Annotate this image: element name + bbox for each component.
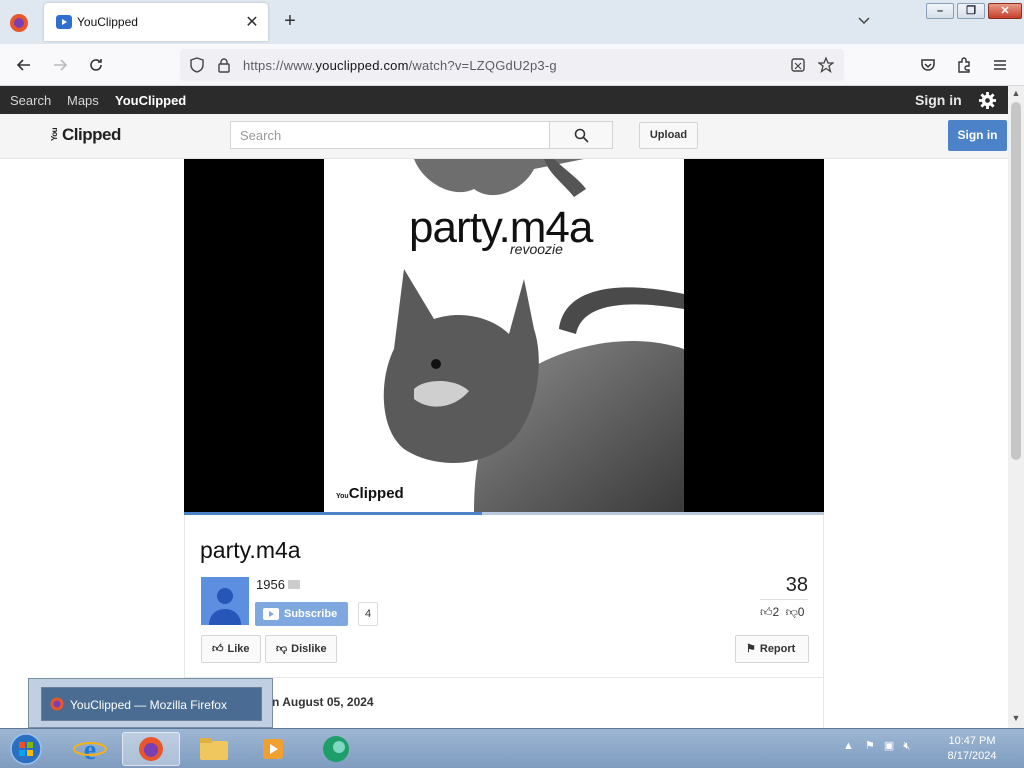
page-scrollbar[interactable]: ▲ ▼ [1008,86,1024,728]
like-count: 2 [772,605,780,619]
channel-name[interactable]: 1956 [256,577,285,592]
subscribe-button[interactable]: Subscribe [255,602,348,626]
new-tab-icon[interactable]: + [280,10,300,32]
bookmark-star-icon[interactable] [818,57,834,73]
tab-title: YouClipped [77,15,138,29]
signin-button[interactable]: Sign in [948,120,1007,151]
masthead: YouClipped Upload Sign in [0,114,1008,159]
thumbs-up-icon: 👍︎ [212,643,224,655]
video-artwork: party.m4a revoozie YouClipped [324,159,684,512]
show-hidden-icons-icon[interactable]: ▲ [843,740,854,752]
thumbnail-window-item[interactable]: YouClipped — Mozilla Firefox [41,687,262,721]
published-date: n August 05, 2024 [272,695,374,709]
search-button[interactable] [549,121,613,149]
minimize-button[interactable]: – [926,3,954,19]
user-avatar-icon [209,588,241,625]
app-globe-icon[interactable] [310,732,362,766]
close-window-button[interactable]: ✕ [988,3,1022,19]
scrollbar-thumb[interactable] [1011,102,1021,460]
firefox-icon [50,697,64,711]
upload-button[interactable]: Upload [639,122,698,149]
firefox-icon [139,737,163,761]
start-button[interactable] [2,732,50,766]
menu-icon[interactable] [991,56,1009,74]
extensions-icon[interactable] [955,56,973,74]
close-tab-icon[interactable]: ✕ [244,12,260,31]
dislike-count: 0 [797,605,805,619]
svg-text:e: e [84,735,96,766]
tab-strip: YouClipped ✕ + – ❐ ✕ [0,0,1024,44]
navigation-toolbar: https://www.youclipped.com/watch?v=LZQGd… [0,44,1024,86]
search-icon [574,128,589,143]
divider [185,677,823,678]
channel-avatar[interactable] [201,577,249,625]
file-explorer-icon[interactable] [188,732,240,766]
firefox-taskbar-button[interactable] [122,732,180,766]
tab-youclipped[interactable]: YouClipped ✕ [44,3,268,41]
back-icon[interactable] [15,56,33,74]
volume-muted-icon[interactable]: 🔇︎ [903,740,910,752]
system-tray: ▲ ⚑ ▣ 🔇︎ [843,739,910,753]
thumbs-down-icon: 👎︎ [785,605,798,619]
dislike-button[interactable]: 👎︎ Dislike [265,635,337,663]
video-player[interactable]: party.m4a revoozie YouClipped [184,159,824,512]
forward-icon[interactable] [51,56,69,74]
artwork-watermark-logo: YouClipped [336,485,404,502]
search-link[interactable]: Search [10,93,51,108]
gear-icon[interactable] [978,91,997,110]
reader-view-icon[interactable] [790,57,806,73]
pocket-icon[interactable] [919,56,937,74]
media-player-icon[interactable] [247,732,299,766]
report-button[interactable]: ⚑ Report [735,635,809,663]
thumbs-down-icon: 👎︎ [276,643,288,655]
maps-link[interactable]: Maps [67,93,99,108]
list-all-tabs-icon[interactable] [856,13,872,29]
url-bar[interactable]: https://www.youclipped.com/watch?v=LZQGd… [180,49,844,81]
action-center-flag-icon[interactable]: ⚑ [865,740,875,752]
scroll-up-icon[interactable]: ▲ [1008,88,1024,102]
site-top-bar: Search Maps YouClipped Sign in [0,86,1008,114]
taskbar: e ▲ ⚑ ▣ 🔇︎ 10:47 PM 8/17/2024 [0,728,1024,768]
youclipped-link[interactable]: YouClipped [115,93,186,108]
youclipped-logo[interactable]: You Clipped [48,125,121,145]
rating-summary: 👍︎2 👎︎0 [760,605,804,620]
views-divider [760,599,808,600]
youclipped-play-icon [263,608,279,620]
video-info-panel: party.m4a 1956 Subscribe 4 38 👍︎2 👎︎0 👍︎… [184,515,824,728]
lock-icon[interactable] [216,57,232,73]
view-count: 38 [785,574,808,596]
shield-icon[interactable] [189,57,205,73]
video-title: party.m4a [200,537,301,563]
flag-icon: ⚑ [746,643,756,655]
youclipped-favicon-icon [56,15,72,29]
network-icon[interactable]: ▣ [884,740,894,752]
reload-icon[interactable] [87,56,105,74]
thumbs-up-icon: 👍︎ [760,605,773,619]
firefox-logo-icon[interactable] [8,12,30,34]
search-box [230,121,550,149]
top-signin-link[interactable]: Sign in [915,92,962,108]
restore-button[interactable]: ❐ [957,3,985,19]
url-text[interactable]: https://www.youclipped.com/watch?v=LZQGd… [243,58,557,73]
artwork-title: party.m4a [409,203,593,252]
taskbar-thumbnail-popup: YouClipped — Mozilla Firefox [28,678,273,728]
clock[interactable]: 10:47 PM 8/17/2024 [944,734,1000,764]
internet-explorer-icon[interactable]: e [64,732,116,766]
artwork-subtitle: revoozie [510,241,563,257]
search-input[interactable] [231,122,549,148]
subscriber-count: 4 [358,602,378,626]
scroll-down-icon[interactable]: ▼ [1008,713,1024,727]
like-button[interactable]: 👍︎ Like [201,635,261,663]
channel-badge-icon [288,580,300,589]
